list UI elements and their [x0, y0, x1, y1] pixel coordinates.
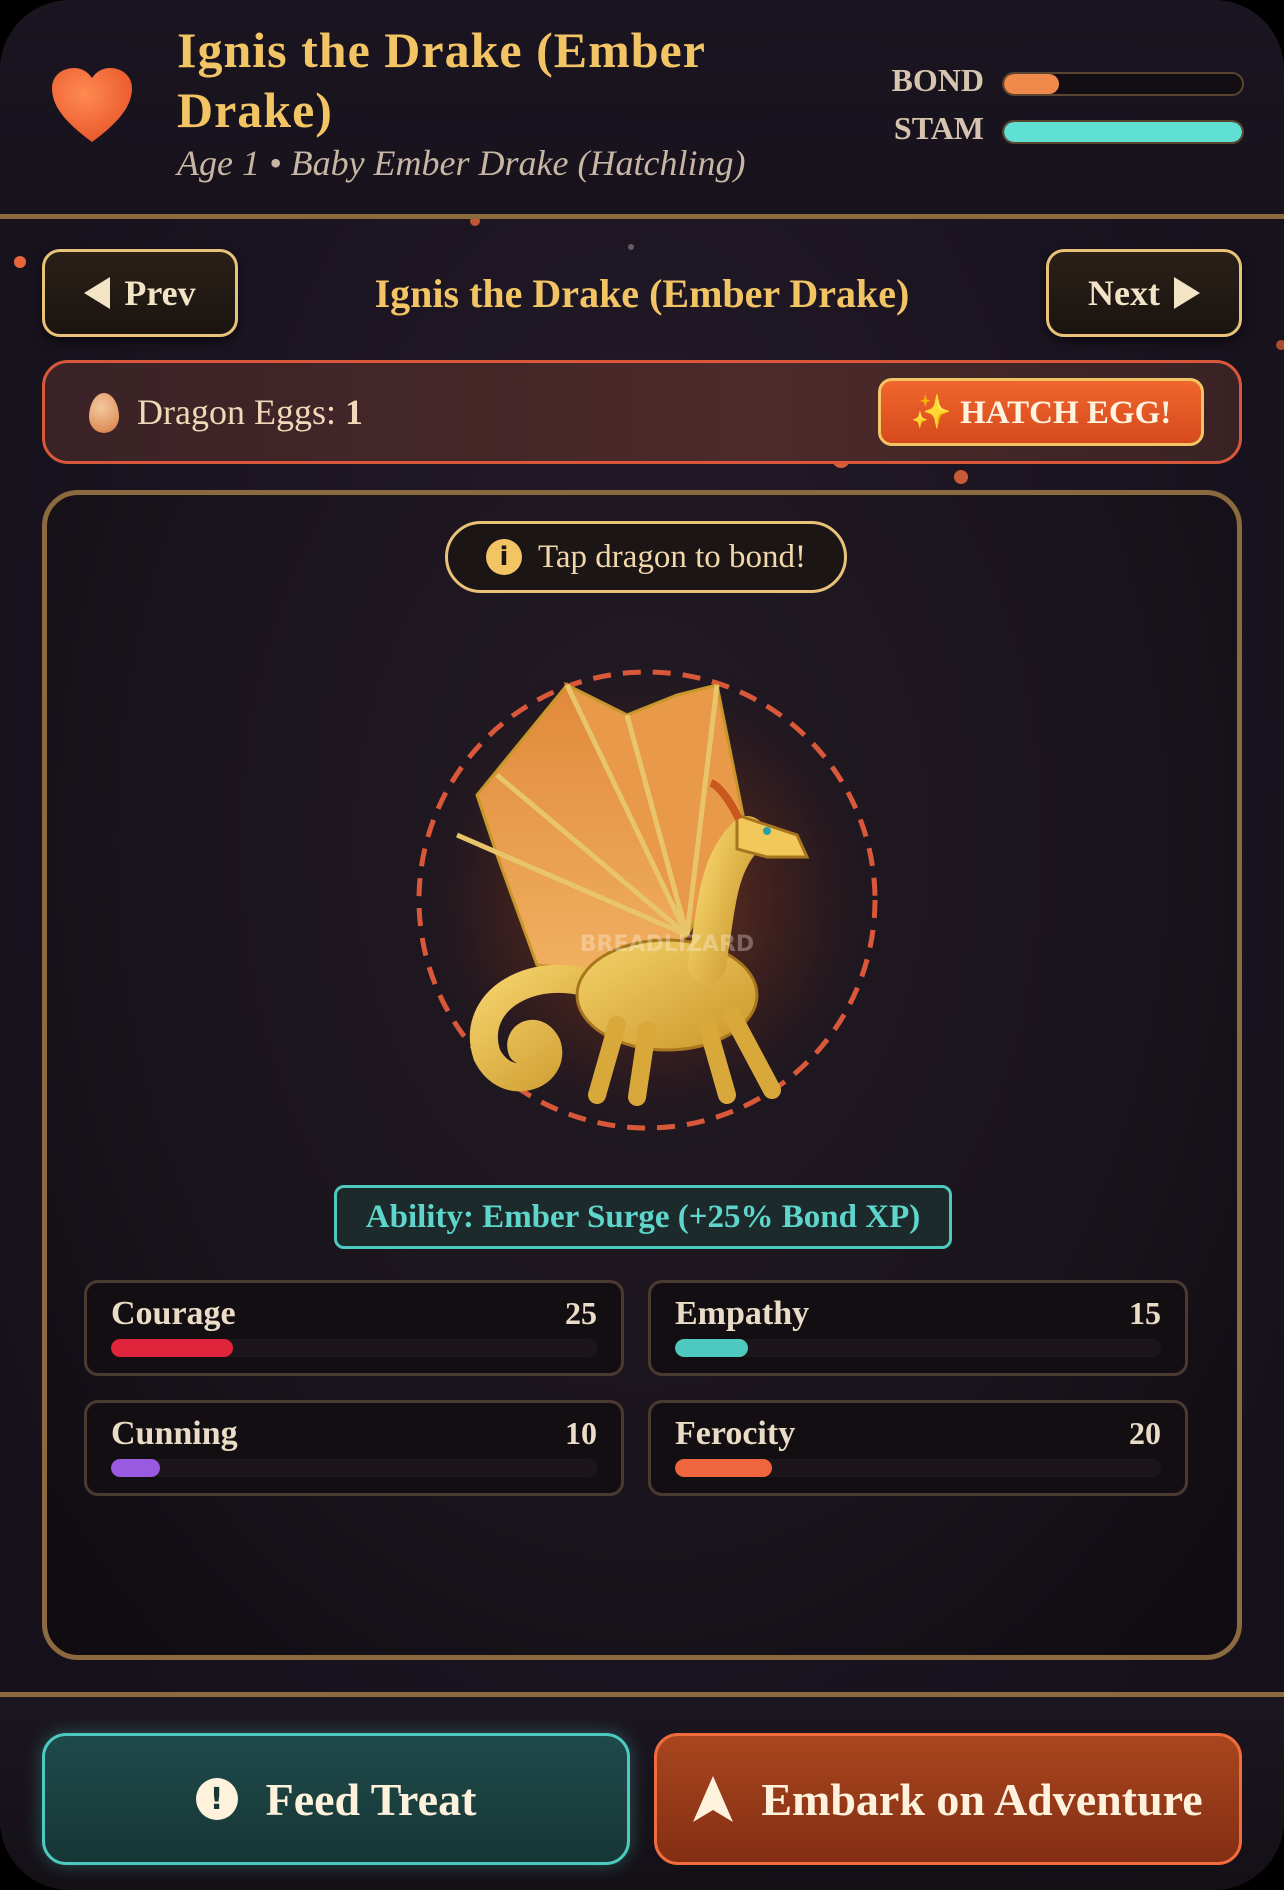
prev-dragon-button[interactable]: Prev	[42, 249, 238, 337]
dragon-illustration: BREADLIZARD	[397, 650, 897, 1150]
bond-hint-text: Tap dragon to bond!	[537, 538, 807, 575]
feed-treat-label: Feed Treat	[265, 1773, 477, 1825]
artist-watermark: BREADLIZARD	[580, 932, 754, 957]
embark-adventure-label: Embark on Adventure	[761, 1773, 1203, 1825]
stat-cunning: Cunning 10	[84, 1400, 624, 1496]
bond-meter	[1002, 72, 1244, 96]
dragon-eye	[763, 827, 771, 835]
current-dragon-title: Ignis the Drake (Ember Drake)	[374, 271, 910, 316]
heart-icon	[52, 68, 132, 142]
stat-bar	[111, 1339, 597, 1357]
ember-particle	[954, 470, 968, 484]
stat-courage: Courage 25	[84, 1280, 624, 1376]
dragon-header: Ignis the Drake (Ember Drake) Age 1 • Ba…	[0, 0, 1284, 219]
info-icon: i	[485, 539, 522, 575]
stat-value: 20	[1129, 1415, 1161, 1451]
arrow-right-icon	[1173, 277, 1200, 309]
stat-bar	[675, 1459, 1161, 1477]
ember-particle	[14, 256, 26, 268]
dragon-panel: i Tap dragon to bond! BREADLIZARD Abilit…	[42, 490, 1242, 1660]
egg-icon	[89, 393, 119, 433]
next-button-label: Next	[1088, 273, 1160, 313]
stat-bar-fill	[675, 1339, 748, 1357]
stat-value: 25	[565, 1295, 597, 1331]
app-screen: Ignis the Drake (Ember Drake) Age 1 • Ba…	[0, 0, 1284, 1890]
ability-badge: Ability: Ember Surge (+25% Bond XP)	[334, 1185, 952, 1249]
stat-bar-fill	[675, 1459, 773, 1477]
ember-particle	[628, 244, 634, 250]
hatch-egg-button[interactable]: ✨ HATCH EGG!	[878, 378, 1204, 446]
next-dragon-button[interactable]: Next	[1046, 249, 1242, 337]
stat-name: Courage	[111, 1295, 236, 1332]
stat-name: Ferocity	[675, 1415, 796, 1452]
arrow-left-icon	[84, 277, 111, 309]
dragon-portrait[interactable]: BREADLIZARD	[387, 635, 907, 1150]
dragon-eggs-count: 1	[344, 392, 363, 432]
ember-particle	[1276, 340, 1284, 350]
dragon-eggs-bar: Dragon Eggs: 1 ✨ HATCH EGG!	[42, 360, 1242, 464]
stat-empathy: Empathy 15	[648, 1280, 1188, 1376]
stat-ferocity: Ferocity 20	[648, 1400, 1188, 1496]
stamina-meter-fill	[1004, 122, 1242, 142]
stat-bar	[675, 1339, 1161, 1357]
action-footer: ! Feed Treat Embark on Adventure	[0, 1692, 1284, 1890]
stat-bar-fill	[111, 1339, 233, 1357]
embark-adventure-button[interactable]: Embark on Adventure	[654, 1733, 1242, 1865]
stat-name: Empathy	[675, 1295, 810, 1332]
bond-meter-label: BOND	[891, 62, 984, 98]
stamina-meter	[1002, 120, 1244, 144]
dragon-age-species: Age 1 • Baby Ember Drake (Hatchling)	[177, 143, 746, 183]
feed-treat-button[interactable]: ! Feed Treat	[42, 1733, 630, 1865]
stat-bar	[111, 1459, 597, 1477]
stat-value: 15	[1129, 1295, 1161, 1331]
bond-meter-fill	[1004, 74, 1059, 94]
prev-button-label: Prev	[124, 273, 196, 313]
alert-icon: !	[195, 1778, 238, 1820]
navigation-arrow-icon	[693, 1776, 734, 1822]
stat-name: Cunning	[111, 1415, 238, 1452]
dragon-name: Ignis the Drake (Ember Drake)	[177, 22, 706, 138]
stamina-meter-label: STAM	[893, 110, 984, 146]
stat-value: 10	[565, 1415, 597, 1451]
stat-bar-fill	[111, 1459, 160, 1477]
dragon-eggs-label: Dragon Eggs:	[137, 392, 336, 432]
bond-hint: i Tap dragon to bond!	[445, 521, 847, 593]
dragon-eggs-text: Dragon Eggs: 1	[137, 391, 363, 433]
